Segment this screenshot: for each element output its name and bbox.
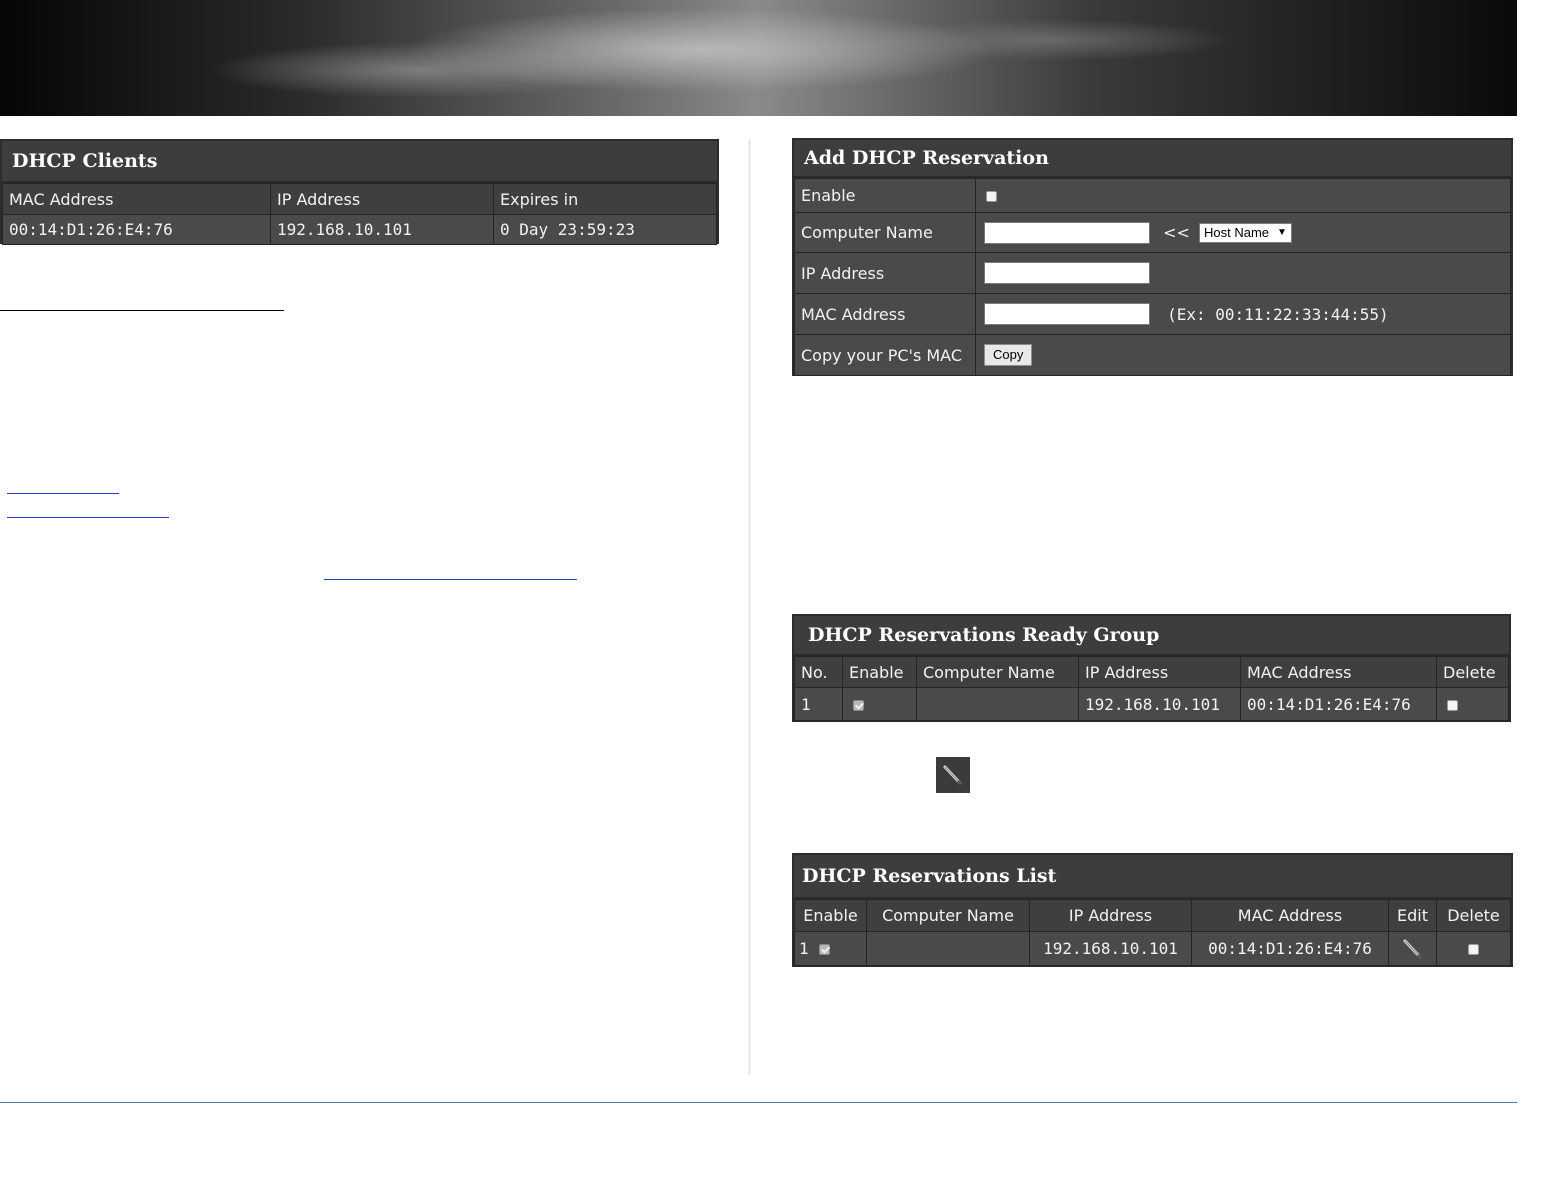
copy-arrows: <<: [1163, 223, 1190, 242]
enable-label: Enable: [794, 178, 976, 213]
add-reservation-title: Add DHCP Reservation: [794, 140, 1511, 178]
row-computer-name: [916, 687, 1079, 721]
row-number: 1: [799, 939, 809, 958]
edit-icon-sample: [936, 757, 970, 793]
pencil-icon: [1403, 939, 1422, 959]
row-enable-checkbox[interactable]: [818, 944, 830, 955]
ready-group-table: No. Enable Computer Name IP Address MAC …: [794, 656, 1509, 721]
column-header-no: No.: [794, 656, 843, 688]
client-expires: 0 Day 23:59:23: [493, 214, 717, 245]
column-header-ip: IP Address: [1029, 899, 1192, 932]
column-header-expires: Expires in: [493, 183, 717, 215]
copy-button[interactable]: Copy: [984, 344, 1033, 366]
add-reservation-panel: Add DHCP Reservation Enable Computer Nam…: [792, 138, 1513, 376]
row-ip-address: 192.168.10.101: [1078, 687, 1241, 721]
reservations-list-table: Enable Computer Name IP Address MAC Addr…: [794, 899, 1511, 966]
copy-mac-label: Copy your PC's MAC: [794, 334, 976, 376]
row-edit-button[interactable]: [1388, 931, 1437, 966]
row-enable-checkbox[interactable]: [853, 699, 864, 711]
header-banner: [0, 0, 1517, 116]
mac-format-hint: (Ex: 00:11:22:33:44:55): [1167, 304, 1389, 324]
column-header-ip: IP Address: [270, 183, 494, 215]
row-mac-address: 00:14:D1:26:E4:76: [1240, 687, 1437, 721]
column-header-delete: Delete: [1436, 899, 1511, 932]
ip-address-input[interactable]: [984, 262, 1150, 284]
ready-group-panel: DHCP Reservations Ready Group No. Enable…: [792, 614, 1511, 722]
pencil-icon: [943, 765, 963, 786]
table-row: 1 192.168.10.101 00:14:D1:26:E4:76: [794, 931, 1511, 966]
dhcp-clients-panel: DHCP Clients MAC Address IP Address Expi…: [0, 139, 719, 245]
column-header-ip: IP Address: [1078, 656, 1241, 688]
column-header-mac: MAC Address: [1191, 899, 1389, 932]
section-heading-underline: [0, 310, 284, 311]
column-header-computer-name: Computer Name: [866, 899, 1030, 932]
ip-address-label: IP Address: [794, 252, 976, 294]
row-delete-checkbox[interactable]: [1468, 944, 1479, 955]
row-mac-address: 00:14:D1:26:E4:76: [1191, 931, 1389, 966]
row-ip-address: 192.168.10.101: [1029, 931, 1192, 966]
add-reservation-form: Enable Computer Name << Host Name ▼ IP A…: [794, 178, 1511, 376]
footer-rule: [0, 1102, 1517, 1103]
computer-name-input[interactable]: [984, 221, 1150, 244]
column-header-edit: Edit: [1388, 899, 1437, 932]
link-underline[interactable]: [324, 579, 577, 580]
column-divider: [748, 140, 751, 1075]
reservations-list-panel: DHCP Reservations List Enable Computer N…: [792, 853, 1513, 967]
column-header-enable: Enable: [794, 899, 867, 932]
host-name-select-value: Host Name: [1204, 225, 1270, 240]
row-number: 1: [794, 687, 843, 721]
row-delete-checkbox[interactable]: [1447, 699, 1458, 711]
computer-name-label: Computer Name: [794, 212, 976, 253]
column-header-enable: Enable: [842, 656, 917, 688]
column-header-delete: Delete: [1436, 656, 1509, 688]
dhcp-clients-table: MAC Address IP Address Expires in 00:14:…: [2, 183, 717, 245]
table-row: 1 192.168.10.101 00:14:D1:26:E4:76: [794, 687, 1509, 721]
column-header-computer-name: Computer Name: [916, 656, 1079, 688]
link-underline[interactable]: [7, 517, 169, 518]
link-underline[interactable]: [7, 493, 119, 494]
table-row: 00:14:D1:26:E4:76 192.168.10.101 0 Day 2…: [2, 214, 717, 245]
dropdown-arrow-icon: ▼: [1277, 227, 1287, 238]
column-header-mac: MAC Address: [2, 183, 271, 215]
ready-group-title: DHCP Reservations Ready Group: [794, 616, 1509, 656]
mac-address-label: MAC Address: [794, 293, 976, 335]
column-header-mac: MAC Address: [1240, 656, 1437, 688]
reservations-list-title: DHCP Reservations List: [794, 855, 1511, 899]
row-computer-name: [866, 931, 1030, 966]
mac-address-input[interactable]: [984, 303, 1150, 325]
dhcp-clients-title: DHCP Clients: [2, 141, 717, 183]
enable-checkbox[interactable]: [986, 191, 997, 202]
host-name-select[interactable]: Host Name ▼: [1199, 222, 1292, 243]
client-ip: 192.168.10.101: [270, 214, 494, 245]
client-mac: 00:14:D1:26:E4:76: [2, 214, 271, 245]
